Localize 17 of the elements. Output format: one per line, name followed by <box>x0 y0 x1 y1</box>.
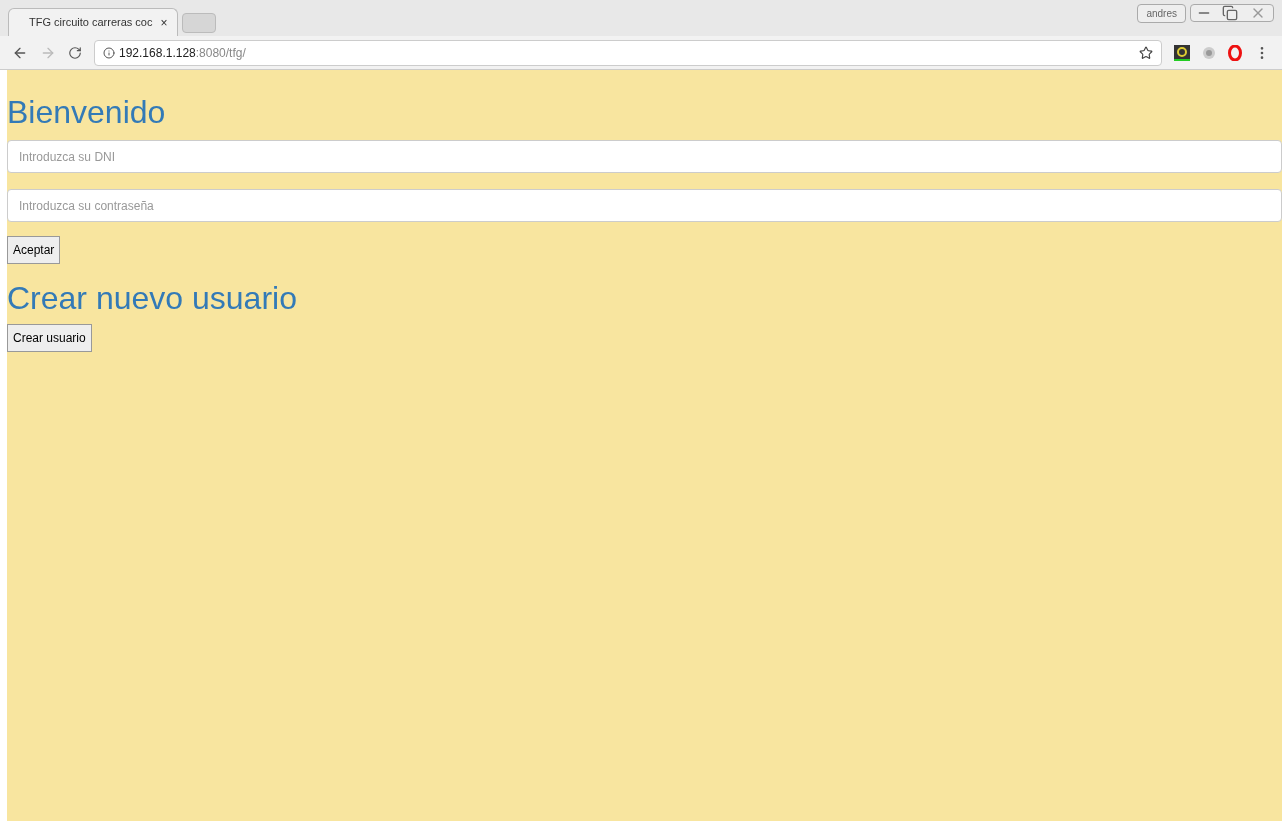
section-heading: Crear nuevo usuario <box>7 279 297 318</box>
profile-badge[interactable]: andres <box>1137 4 1186 23</box>
accept-button[interactable]: Aceptar <box>7 236 61 264</box>
extension-icon[interactable] <box>1202 45 1216 60</box>
info-icon <box>103 46 115 59</box>
tab-close-button[interactable]: × <box>160 13 168 32</box>
address-bar[interactable]: 192.168.1.128:8080/tfg/ <box>94 39 1162 66</box>
page-heading: Bienvenido <box>7 93 166 132</box>
browser-tab[interactable]: TFG circuito carreras coc × <box>8 8 178 36</box>
tab-title: TFG circuito carreras coc <box>29 15 153 31</box>
create-user-button[interactable]: Crear usuario <box>7 324 92 352</box>
url-host: 192.168.1.128 <box>119 44 196 62</box>
url-path: :8080/tfg/ <box>195 44 246 62</box>
input-field[interactable]: Introduzca su DNI <box>7 140 1282 173</box>
bookmark-icon[interactable] <box>1139 45 1153 60</box>
input-field[interactable]: Introduzca su contraseña <box>7 189 1282 222</box>
reload-icon[interactable] <box>68 45 82 60</box>
